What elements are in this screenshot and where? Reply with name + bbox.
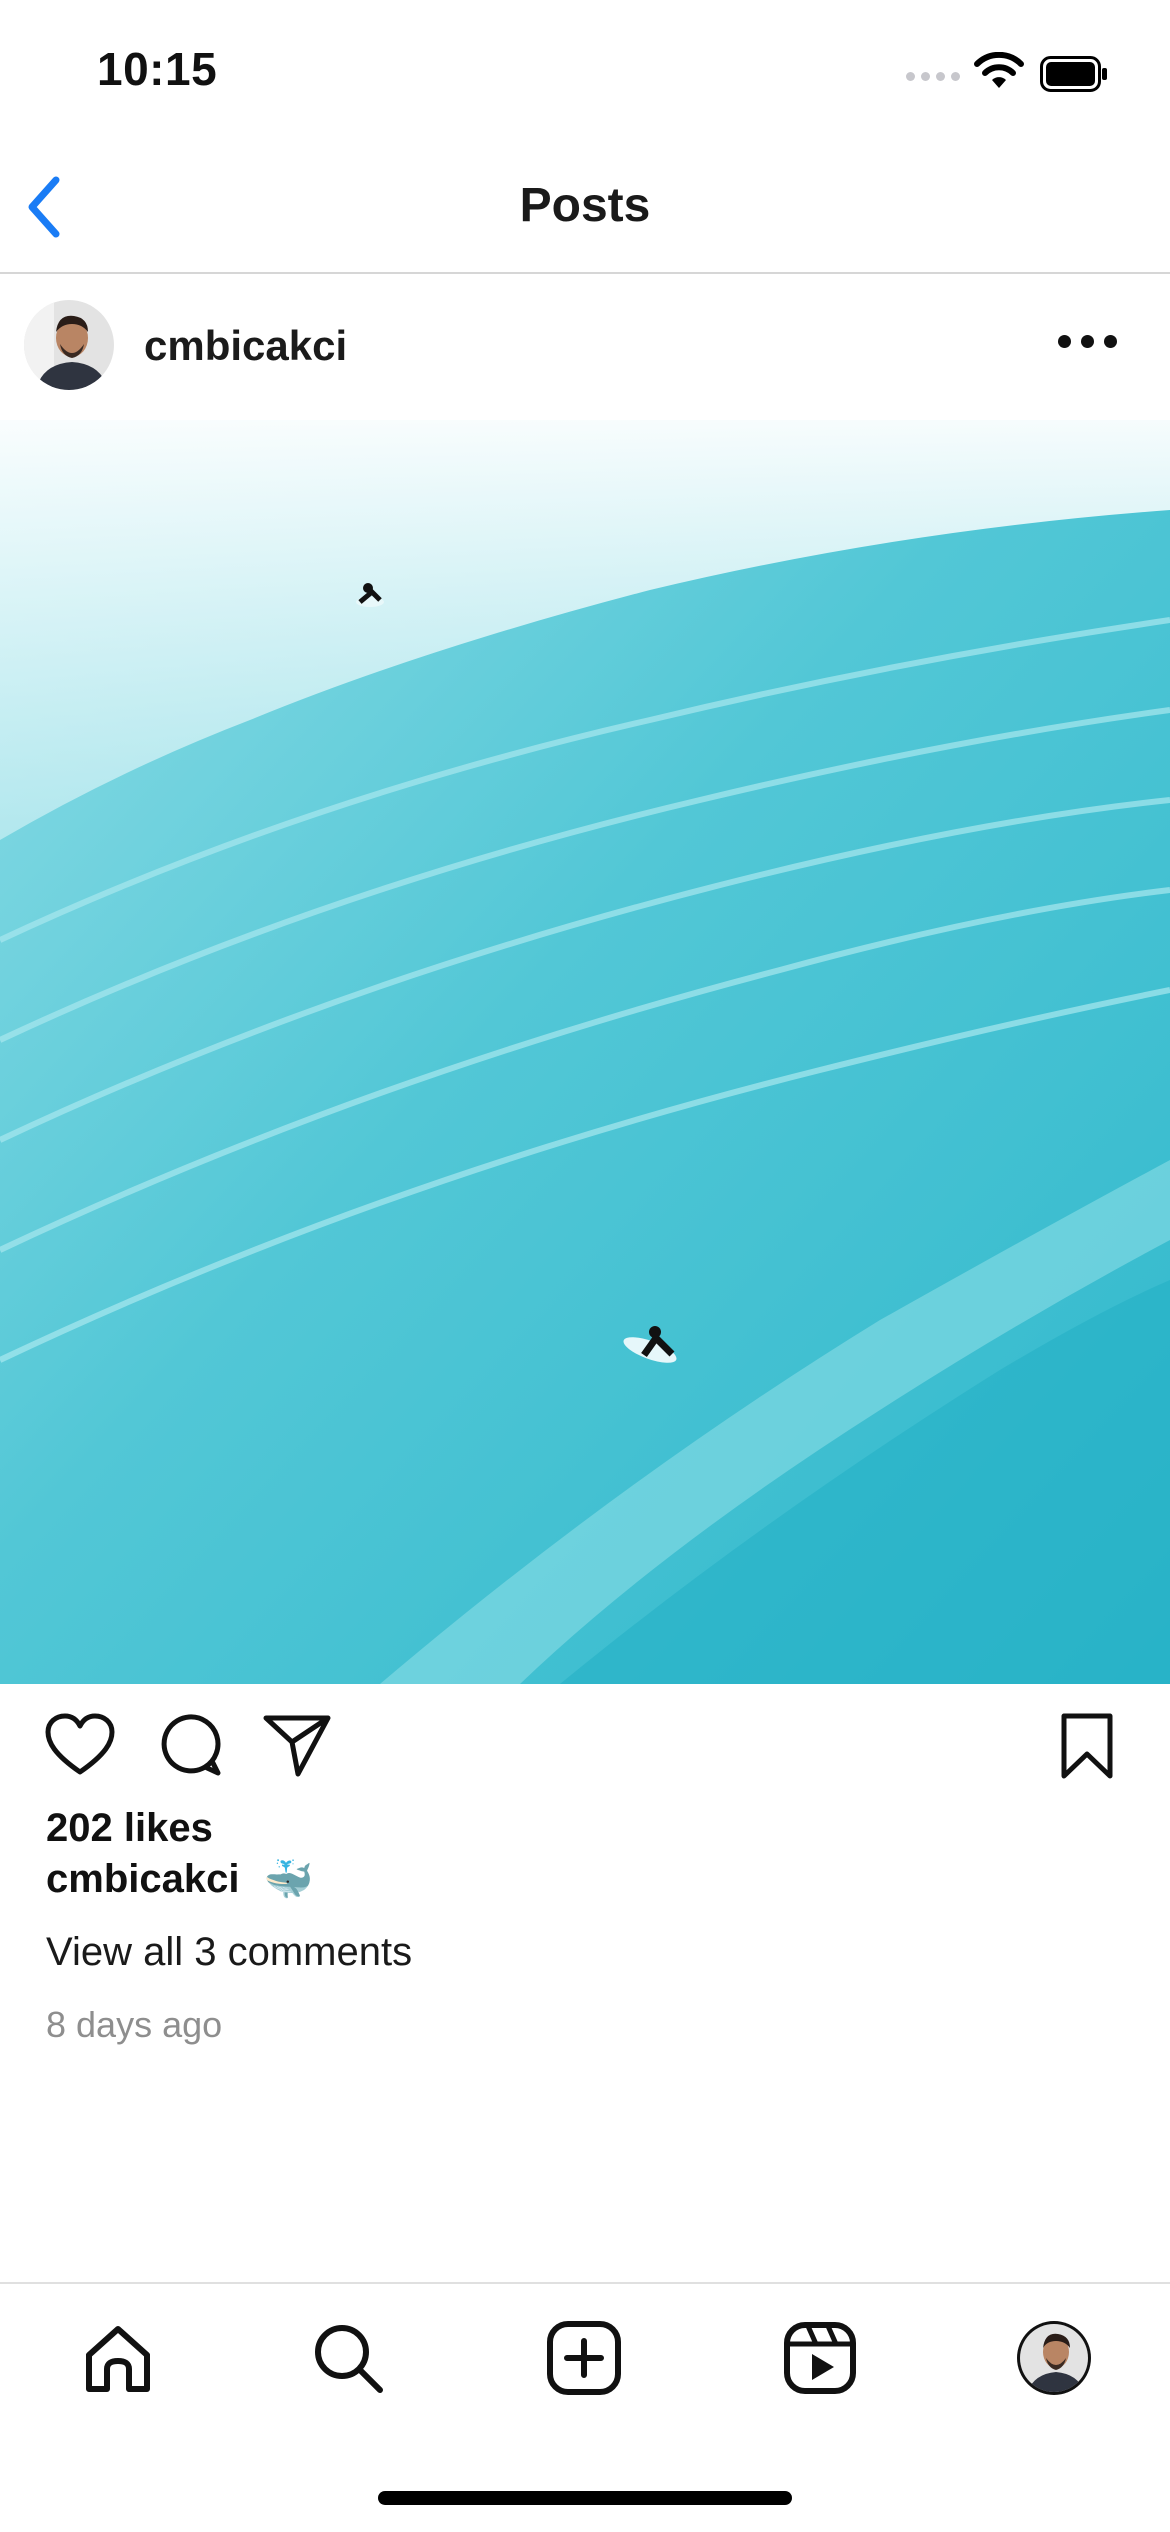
caption-text: 🐳 [263,1858,314,1902]
status-time: 10:15 [97,43,218,95]
post-timestamp: 8 days ago [46,2004,223,2045]
bookmark-icon[interactable] [1058,1712,1116,1782]
home-icon[interactable] [78,2318,158,2398]
page-title: Posts [519,179,651,232]
post-username[interactable]: cmbicakci [144,322,347,370]
view-comments-link[interactable]: View all 3 comments [46,1930,412,1975]
wifi-icon [974,52,1024,88]
reels-icon[interactable] [780,2318,860,2398]
home-indicator[interactable] [378,2491,792,2505]
tab-bar-divider [0,2282,1170,2284]
likes-count[interactable]: 202 likes [46,1806,213,1851]
add-post-icon[interactable] [544,2318,624,2398]
heart-icon[interactable] [44,1712,116,1776]
post-author-avatar[interactable] [24,300,114,390]
post-caption: cmbicakci 🐳 [46,1856,313,1903]
post-photo[interactable] [0,420,1170,1684]
profile-avatar[interactable] [1014,2318,1094,2398]
header-divider [0,272,1170,274]
caption-username[interactable]: cmbicakci [46,1857,239,1902]
more-horizontal-icon[interactable] [1058,335,1117,348]
cellular-signal-icon [906,72,960,81]
search-icon[interactable] [308,2318,388,2398]
comment-icon[interactable] [156,1712,222,1778]
battery-icon [1040,56,1107,92]
paper-plane-icon[interactable] [262,1712,332,1778]
